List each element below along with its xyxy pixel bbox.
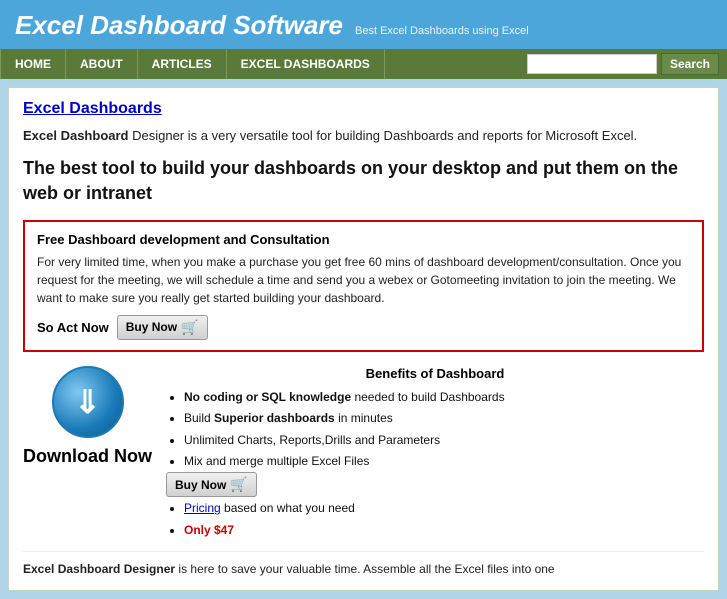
bottom-text-bold: Excel Dashboard Designer xyxy=(23,562,175,576)
promo-title: Free Dashboard development and Consultat… xyxy=(37,232,690,247)
list-item: Build Superior dashboards in minutes xyxy=(184,408,704,428)
list-item: Only $47 xyxy=(184,520,704,540)
nav-articles[interactable]: ARTICLES xyxy=(138,49,227,79)
promo-buy-now-label: Buy Now xyxy=(126,320,177,334)
benefits-section: ⇓ Download Now Benefits of Dashboard No … xyxy=(23,366,704,541)
navbar: HOME ABOUT ARTICLES EXCEL DASHBOARDS Sea… xyxy=(0,49,727,79)
list-item: Pricing based on what you need xyxy=(184,498,704,518)
promo-cta: So Act Now Buy Now 🛒 xyxy=(37,315,690,340)
intro-rest: Designer is a very versatile tool for bu… xyxy=(129,128,638,143)
promo-cta-text: So Act Now xyxy=(37,320,109,335)
page-title: Excel Dashboards xyxy=(23,100,704,118)
benefit-bold: No coding or SQL knowledge xyxy=(184,390,351,404)
benefits-buy-now-button[interactable]: Buy Now 🛒 xyxy=(166,472,257,497)
benefits-list: No coding or SQL knowledge needed to bui… xyxy=(166,387,704,540)
price-highlight: Only $47 xyxy=(184,523,234,537)
intro-text: Excel Dashboard Designer is a very versa… xyxy=(23,126,704,146)
nav-about[interactable]: ABOUT xyxy=(66,49,138,79)
search-input[interactable] xyxy=(527,54,657,74)
bottom-text-rest: is here to save your valuable time. Asse… xyxy=(175,562,555,576)
site-header: Excel Dashboard Software Best Excel Dash… xyxy=(0,0,727,49)
nav-search-area: Search xyxy=(527,53,727,75)
promo-box: Free Dashboard development and Consultat… xyxy=(23,220,704,352)
nav-excel-dashboards[interactable]: EXCEL DASHBOARDS xyxy=(227,49,385,79)
list-item: Unlimited Charts, Reports,Drills and Par… xyxy=(184,430,704,450)
site-tagline: Best Excel Dashboards using Excel xyxy=(355,25,529,37)
list-item: Mix and merge multiple Excel Files xyxy=(184,451,704,471)
promo-body: For very limited time, when you make a p… xyxy=(37,253,690,307)
pricing-link[interactable]: Pricing xyxy=(184,501,221,515)
cart-icon-2: 🛒 xyxy=(230,476,247,493)
list-item-buy-now: Buy Now 🛒 xyxy=(166,472,704,497)
hero-heading: The best tool to build your dashboards o… xyxy=(23,156,704,206)
benefits-heading: Benefits of Dashboard xyxy=(166,366,704,381)
download-now-label: Download Now xyxy=(23,446,152,467)
benefit-bold: Superior dashboards xyxy=(214,411,335,425)
download-circle: ⇓ xyxy=(52,366,124,438)
bottom-text: Excel Dashboard Designer is here to save… xyxy=(23,551,704,578)
promo-buy-now-button[interactable]: Buy Now 🛒 xyxy=(117,315,208,340)
download-arrow-icon: ⇓ xyxy=(74,386,101,418)
site-title: Excel Dashboard Software xyxy=(15,10,343,41)
intro-bold: Excel Dashboard xyxy=(23,128,129,143)
download-icon-area: ⇓ Download Now xyxy=(23,366,152,541)
content-area: Excel Dashboards Excel Dashboard Designe… xyxy=(8,87,719,591)
cart-icon: 🛒 xyxy=(181,319,198,336)
benefits-list-area: Benefits of Dashboard No coding or SQL k… xyxy=(166,366,704,541)
search-button[interactable]: Search xyxy=(661,53,719,75)
main-wrapper: Excel Dashboards Excel Dashboard Designe… xyxy=(0,79,727,599)
benefits-buy-now-label: Buy Now xyxy=(175,478,226,492)
nav-home[interactable]: HOME xyxy=(0,49,66,79)
list-item: No coding or SQL knowledge needed to bui… xyxy=(184,387,704,407)
